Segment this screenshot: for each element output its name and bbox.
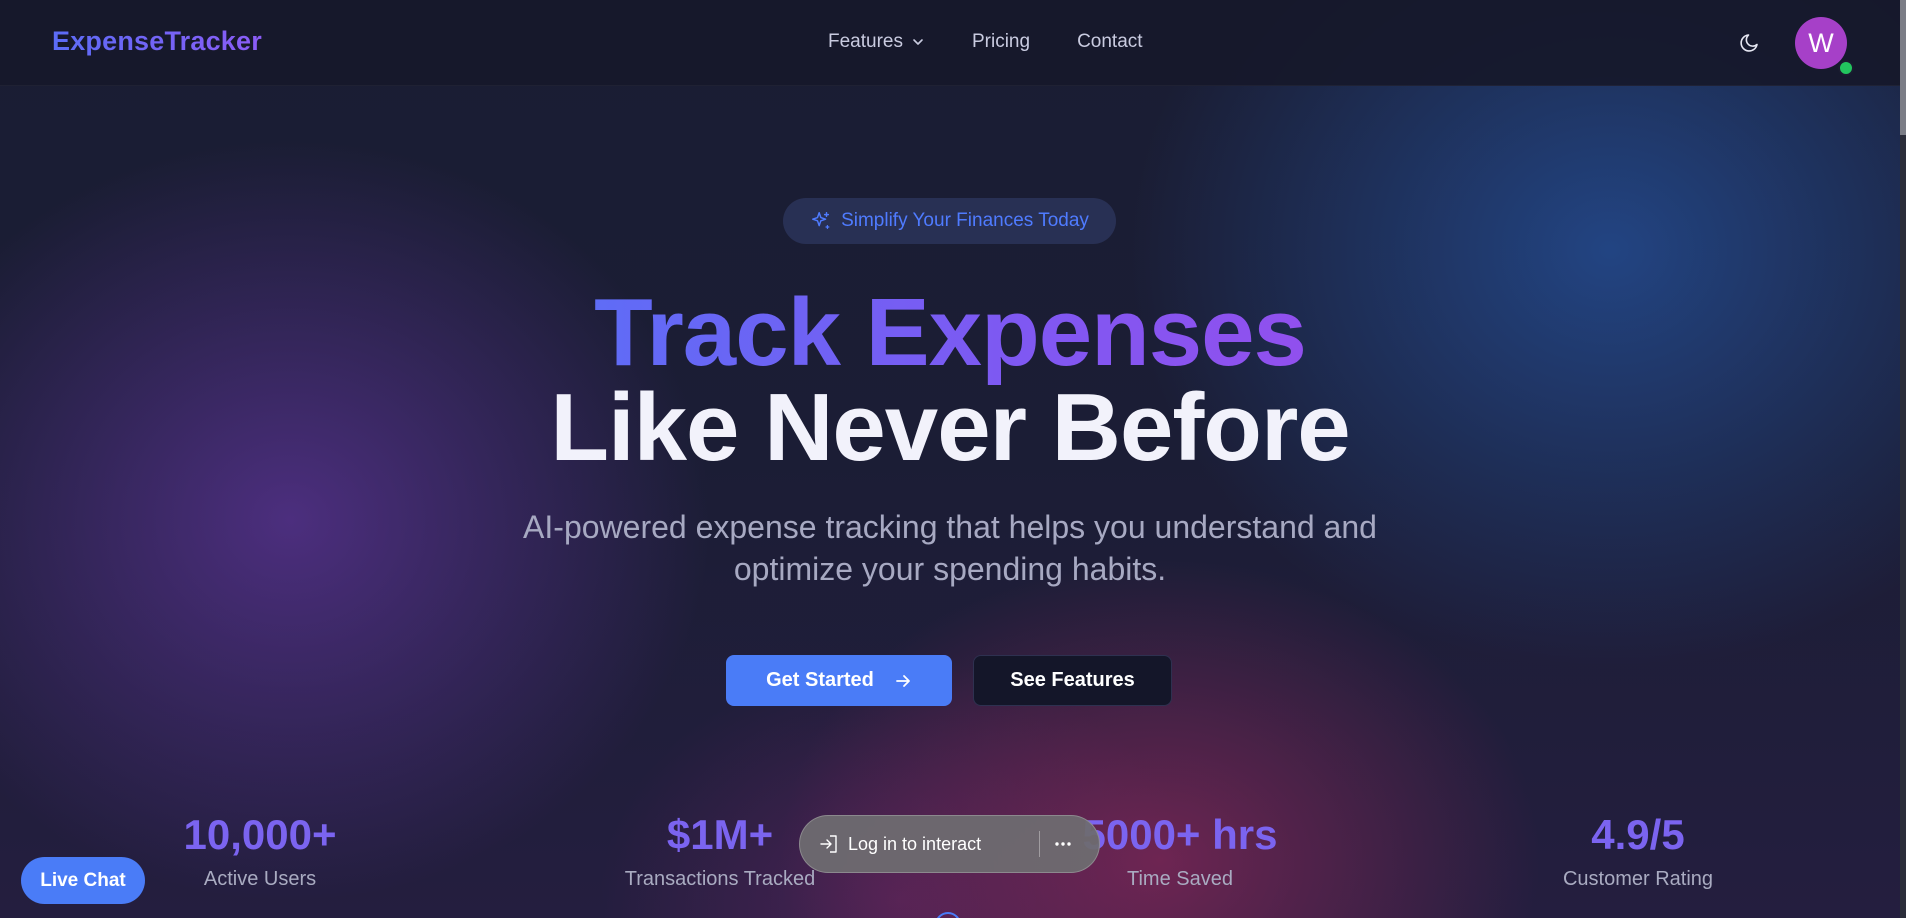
more-options-button[interactable] — [1054, 841, 1072, 847]
live-chat-button[interactable]: Live Chat — [21, 857, 145, 904]
nav-item-pricing-label: Pricing — [971, 31, 1031, 52]
hero-title-gradient-text: Track Expenses — [594, 279, 1307, 386]
landing-page: ExpenseTracker Features Pricing Contact … — [0, 0, 1906, 918]
live-chat-label: Live Chat — [40, 869, 126, 891]
get-started-label: Get Started — [766, 669, 874, 691]
nav-item-contact[interactable]: Contact — [1077, 31, 1142, 53]
nav-item-features-label: Features — [828, 31, 903, 52]
see-features-button[interactable]: See Features — [973, 655, 1172, 706]
brand-logo[interactable]: ExpenseTracker — [52, 26, 262, 57]
sparkles-icon — [812, 212, 830, 229]
scrollbar-thumb[interactable] — [1900, 0, 1906, 135]
arrow-right-icon — [896, 674, 910, 687]
nav-item-contact-label: Contact — [1077, 31, 1143, 52]
nav-item-pricing[interactable]: Pricing — [972, 31, 1030, 53]
login-overlay: Log in to interact — [799, 815, 1100, 873]
stat-label: Customer Rating — [1562, 868, 1714, 890]
hero-title-line1: Track Expenses — [0, 278, 1900, 388]
see-features-label: See Features — [1010, 669, 1135, 691]
nav-item-features[interactable]: Features — [828, 31, 925, 53]
nav-links: Features Pricing Contact — [828, 31, 1143, 53]
top-navbar: ExpenseTracker Features Pricing Contact … — [0, 0, 1900, 86]
login-label: Log in to interact — [848, 833, 982, 854]
scroll-indicator[interactable] — [935, 912, 961, 918]
online-status-indicator — [1838, 60, 1854, 76]
hero-badge: Simplify Your Finances Today — [783, 198, 1116, 244]
hero-title-line2: Like Never Before — [550, 374, 1350, 481]
page-scrollbar[interactable] — [1900, 0, 1906, 918]
login-divider — [1039, 831, 1041, 857]
get-started-button[interactable]: Get Started — [726, 655, 952, 706]
hero-badge-text: Simplify Your Finances Today — [841, 210, 1089, 231]
stat-customer-rating: 4.9/5 Customer Rating — [1438, 810, 1838, 891]
avatar-initial: W — [1808, 27, 1834, 58]
user-avatar[interactable]: W — [1795, 17, 1847, 69]
sign-in-icon — [820, 835, 837, 853]
stat-value: 4.9/5 — [1591, 811, 1685, 858]
more-horizontal-icon — [1055, 842, 1071, 846]
chevron-down-icon — [913, 39, 923, 45]
moon-icon[interactable] — [1738, 30, 1762, 54]
login-button[interactable]: Log in to interact — [818, 833, 981, 855]
stat-value: 10,000+ — [183, 811, 337, 858]
hero-subtitle: AI-powered expense tracking that helps y… — [523, 509, 1377, 587]
